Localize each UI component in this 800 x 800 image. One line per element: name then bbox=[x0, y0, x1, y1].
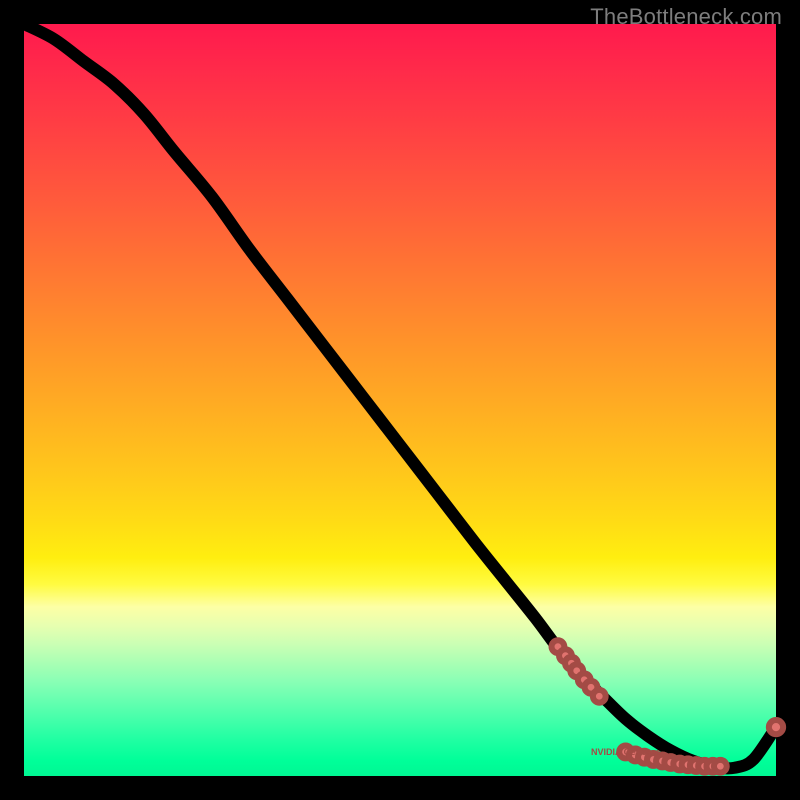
bottleneck-curve bbox=[24, 24, 776, 768]
marker-dot bbox=[593, 690, 606, 703]
plot-svg: NVIDIA GeForce bbox=[24, 24, 776, 776]
plot-area: NVIDIA GeForce bbox=[24, 24, 776, 776]
chart-frame: TheBottleneck.com NVIDIA GeForce bbox=[0, 0, 800, 800]
marker-dot bbox=[769, 720, 783, 734]
gpu-annotation: NVIDIA GeForce bbox=[591, 747, 660, 757]
marker-dot bbox=[714, 760, 727, 773]
